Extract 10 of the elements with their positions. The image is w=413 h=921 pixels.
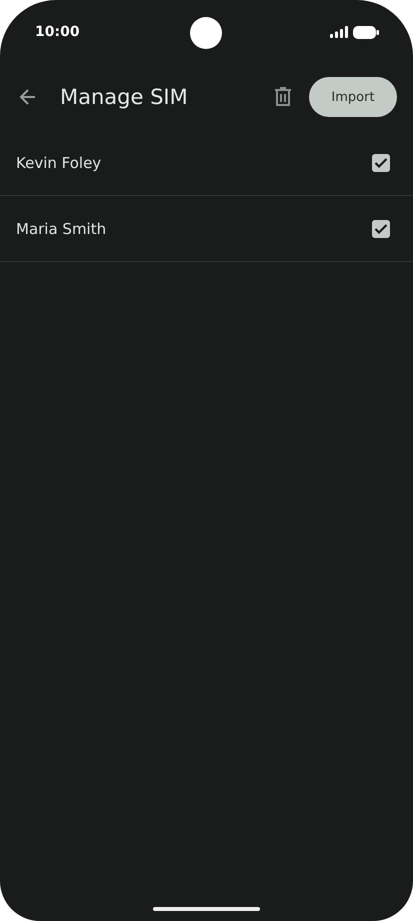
contact-name: Kevin Foley xyxy=(16,154,102,172)
checkbox[interactable] xyxy=(372,154,390,172)
battery-icon xyxy=(353,26,379,38)
camera-hole-icon xyxy=(190,17,222,49)
contact-name: Maria Smith xyxy=(16,220,108,238)
import-button[interactable]: Import xyxy=(309,77,397,117)
page-title: Manage SIM xyxy=(60,85,189,109)
signal-icon xyxy=(330,26,348,38)
status-time: 10:00 xyxy=(35,24,80,40)
checkbox[interactable] xyxy=(372,220,390,238)
